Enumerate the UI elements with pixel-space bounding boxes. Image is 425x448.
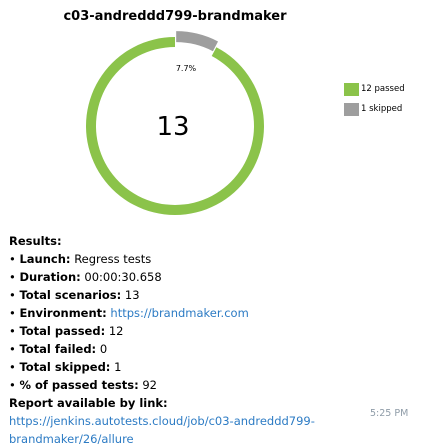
legend-label-passed: 12 passed bbox=[361, 84, 405, 94]
report-link[interactable]: https://jenkins.autotests.cloud/job/c03-… bbox=[9, 414, 315, 446]
environment-line: • Environment: https://brandmaker.com bbox=[9, 306, 249, 320]
total-passed-line: • Total passed: 12 bbox=[9, 324, 124, 338]
percent-passed-line: • % of passed tests: 92 bbox=[9, 378, 157, 392]
legend-item-passed: 12 passed bbox=[344, 80, 405, 98]
legend-item-skipped: 1 skipped bbox=[344, 100, 405, 118]
chart-legend: 12 passed 1 skipped bbox=[344, 80, 405, 120]
report-line: Report available by link: https://jenkin… bbox=[9, 396, 315, 446]
donut-chart: 13 7.7% bbox=[86, 31, 264, 216]
results-heading: Results: bbox=[9, 234, 62, 248]
center-total-label: 13 bbox=[156, 112, 189, 142]
duration-line: • Duration: 00:00:30.658 bbox=[9, 270, 162, 284]
results-message: Results: • Launch: Regress tests • Durat… bbox=[9, 232, 409, 448]
environment-link[interactable]: https://brandmaker.com bbox=[110, 306, 248, 320]
total-skipped-line: • Total skipped: 1 bbox=[9, 360, 122, 374]
skipped-percent-label: 7.7% bbox=[176, 64, 197, 73]
legend-swatch-skipped bbox=[344, 102, 359, 116]
launch-line: • Launch: Regress tests bbox=[9, 252, 152, 266]
legend-swatch-passed bbox=[344, 82, 359, 96]
donut-slice-skipped bbox=[176, 31, 219, 52]
total-scenarios-line: • Total scenarios: 13 bbox=[9, 288, 140, 302]
legend-label-skipped: 1 skipped bbox=[361, 104, 403, 114]
message-timestamp: 5:25 PM bbox=[370, 408, 409, 419]
total-failed-line: • Total failed: 0 bbox=[9, 342, 108, 356]
